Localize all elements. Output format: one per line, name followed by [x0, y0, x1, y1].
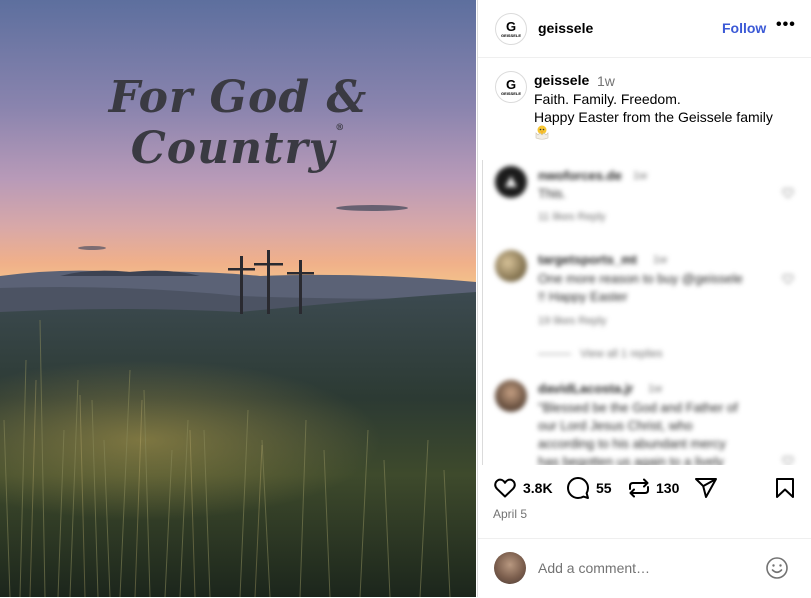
commenter-avatar[interactable] — [495, 250, 527, 282]
comment-like-icon[interactable] — [782, 455, 794, 465]
add-comment-input[interactable] — [538, 560, 738, 576]
comment-text: This. — [538, 186, 567, 201]
commenter-username[interactable]: targetsports_mt — [538, 252, 637, 267]
caption-time: 1w — [597, 73, 615, 89]
commenter-username[interactable]: davidLacosta.jr — [538, 381, 633, 396]
repost-icon[interactable] — [627, 476, 651, 500]
post-image[interactable]: For God & Country® — [0, 0, 476, 597]
comment-time: 1w — [648, 383, 663, 395]
commenter-avatar[interactable] — [495, 380, 527, 412]
commenter-username[interactable]: nwoforces.de — [538, 168, 622, 183]
post-date[interactable]: April 5 — [493, 507, 527, 521]
comment-text: our Lord Jesus Christ, who — [538, 418, 693, 433]
comment-like-icon[interactable] — [782, 187, 794, 199]
commenter-avatar[interactable] — [495, 166, 527, 198]
caption-line-2: Happy Easter from the Geissele family — [534, 109, 773, 125]
current-user-avatar — [494, 552, 526, 584]
reposts-count[interactable]: 130 — [656, 480, 679, 496]
comments-list[interactable]: nwoforces.de 1w This. 11 likes Reply tar… — [482, 160, 809, 465]
like-heart-icon[interactable] — [493, 476, 517, 500]
comment-text: according to his abundant mercy — [538, 436, 726, 451]
comment-time: 1w — [633, 170, 648, 182]
author-avatar[interactable]: G GEISSELE — [495, 13, 527, 45]
comment-text: has begotten us again to a lively — [538, 454, 724, 465]
photo-title-text: For God & Country® — [108, 72, 368, 174]
post-side-panel: G GEISSELE geissele Follow ••• G GEISSEL… — [477, 0, 811, 597]
comment-text: One more reason to buy @geissele — [538, 271, 743, 286]
follow-button[interactable]: Follow — [722, 20, 766, 36]
add-comment-bar — [478, 538, 811, 598]
post-header: G GEISSELE geissele Follow ••• — [478, 0, 811, 58]
likes-count[interactable]: 3.8K — [523, 480, 553, 496]
comments-count[interactable]: 55 — [596, 480, 612, 496]
caption-username[interactable]: geissele — [534, 72, 589, 88]
comment-text: !! Happy Easter — [538, 289, 628, 304]
caption-line-1: Faith. Family. Freedom. — [534, 91, 681, 107]
caption-avatar[interactable]: G GEISSELE — [495, 71, 527, 103]
comment-time: 1w — [653, 254, 668, 266]
comment-text: "Blessed be the God and Father of — [538, 400, 738, 415]
emoji-smiley-icon[interactable] — [765, 556, 789, 580]
hatching-chick-icon — [535, 125, 549, 140]
bookmark-icon[interactable] — [773, 476, 797, 500]
share-paper-plane-icon[interactable] — [694, 476, 718, 500]
author-username[interactable]: geissele — [538, 20, 593, 36]
view-replies-link[interactable]: ——— View all 1 replies — [538, 348, 663, 360]
comment-meta[interactable]: 11 likes Reply — [538, 211, 606, 223]
comment-meta[interactable]: 19 likes Reply — [538, 315, 606, 327]
comment-like-icon[interactable] — [782, 273, 794, 285]
more-options-icon[interactable]: ••• — [776, 16, 796, 34]
comment-bubble-icon[interactable] — [566, 476, 590, 500]
